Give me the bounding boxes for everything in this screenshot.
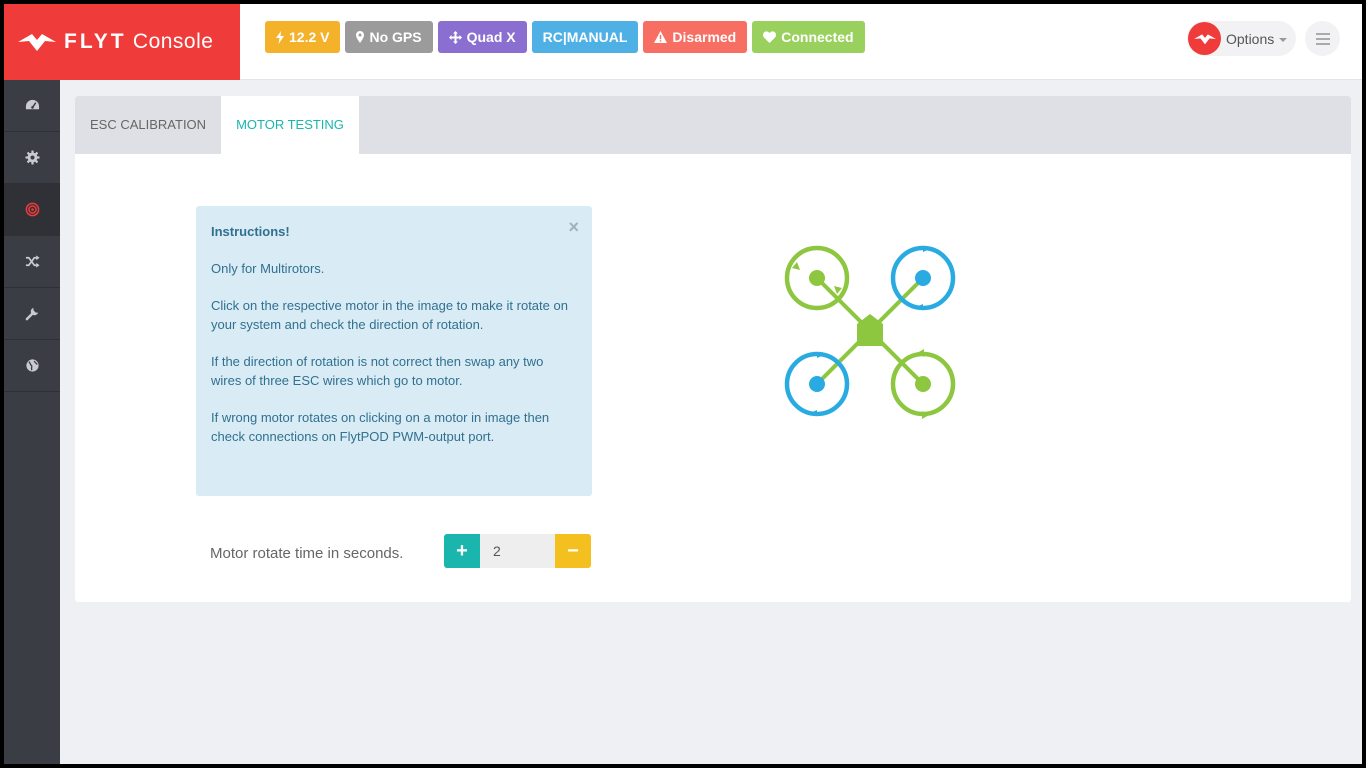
avatar — [1188, 22, 1221, 55]
globe-icon — [25, 359, 39, 372]
decrement-button[interactable]: − — [555, 534, 591, 568]
tab-motor-testing[interactable]: MOTOR TESTING — [221, 96, 359, 154]
instructions-paragraph: Click on the respective motor in the ima… — [211, 298, 568, 332]
motor-testing-panel: ESC CALIBRATION MOTOR TESTING × Instruct… — [75, 96, 1351, 602]
sidebar-item-settings[interactable] — [4, 132, 60, 184]
battery-badge: 12.2 V — [265, 21, 341, 53]
arm-badge: Disarmed — [643, 21, 748, 53]
motor-front-right[interactable] — [890, 245, 956, 311]
caret-down-icon — [1279, 37, 1288, 42]
options-label: Options — [1226, 30, 1275, 47]
instructions-title: Instructions! — [211, 224, 290, 239]
quad-x-motor-diagram — [784, 245, 956, 419]
connection-badge-label: Connected — [781, 29, 854, 45]
wrench-icon — [25, 307, 38, 321]
instructions-paragraph: If the direction of rotation is not corr… — [211, 354, 544, 388]
heart-icon — [763, 31, 777, 43]
status-badges: 12.2 V No GPS Quad X RC|MANUAL Disarmed … — [265, 21, 870, 53]
gps-badge: No GPS — [345, 21, 433, 53]
instructions-paragraph: Only for Multirotors. — [211, 261, 325, 276]
arrows-icon — [448, 30, 462, 44]
increment-button[interactable]: + — [444, 534, 480, 568]
sidebar-item-dashboard[interactable] — [4, 80, 60, 132]
instructions-paragraph: If wrong motor rotates on clicking on a … — [211, 410, 550, 444]
brand[interactable]: FLYT Console — [4, 4, 240, 80]
warning-icon — [654, 31, 668, 43]
sidebar-item-mixer[interactable] — [4, 236, 60, 288]
mode-badge: RC|MANUAL — [531, 21, 639, 53]
options-menu[interactable]: Options — [1187, 21, 1296, 56]
target-icon — [25, 202, 39, 217]
motor-time-input[interactable] — [480, 534, 555, 568]
dashboard-icon — [25, 99, 39, 110]
app-window: FLYT Console 12.2 V No GPS Quad X RC|MAN… — [4, 4, 1362, 764]
mode-badge-label: RC|MANUAL — [542, 29, 628, 45]
sidebar-item-network[interactable] — [4, 340, 60, 392]
shuffle-icon — [25, 255, 40, 268]
motor-time-label: Motor rotate time in seconds. — [210, 545, 404, 562]
sidebar-item-motors[interactable] — [4, 184, 60, 236]
close-icon[interactable]: × — [568, 218, 579, 236]
brand-name-light: Console — [132, 30, 214, 53]
tab-bar: ESC CALIBRATION MOTOR TESTING — [75, 96, 1351, 154]
map-marker-icon — [356, 31, 365, 43]
frame-badge-label: Quad X — [466, 29, 516, 45]
sidebar — [4, 80, 60, 764]
hamburger-menu-button[interactable] — [1305, 21, 1340, 56]
tab-esc-calibration[interactable]: ESC CALIBRATION — [75, 96, 221, 154]
motor-rear-right[interactable] — [890, 349, 956, 419]
frame-badge: Quad X — [437, 21, 527, 53]
drone-body — [857, 314, 883, 346]
brand-name-bold: FLYT — [64, 30, 127, 53]
gear-icon — [24, 150, 40, 165]
brand-name: FLYT Console — [64, 30, 213, 54]
connection-badge: Connected — [752, 21, 865, 53]
bolt-icon — [276, 30, 284, 44]
motor-time-stepper: + − — [444, 534, 591, 568]
arm-badge-label: Disarmed — [672, 29, 737, 45]
hamburger-icon — [1315, 32, 1330, 45]
battery-badge-label: 12.2 V — [289, 29, 330, 45]
flytbase-logo-icon — [18, 34, 56, 51]
motor-rear-left[interactable] — [784, 351, 850, 417]
motor-front-left[interactable] — [784, 245, 850, 311]
gps-badge-label: No GPS — [369, 29, 422, 45]
instructions-alert: × Instructions! Only for Multirotors. Cl… — [196, 206, 592, 496]
top-bar: FLYT Console 12.2 V No GPS Quad X RC|MAN… — [4, 4, 1362, 80]
sidebar-item-tools[interactable] — [4, 288, 60, 340]
